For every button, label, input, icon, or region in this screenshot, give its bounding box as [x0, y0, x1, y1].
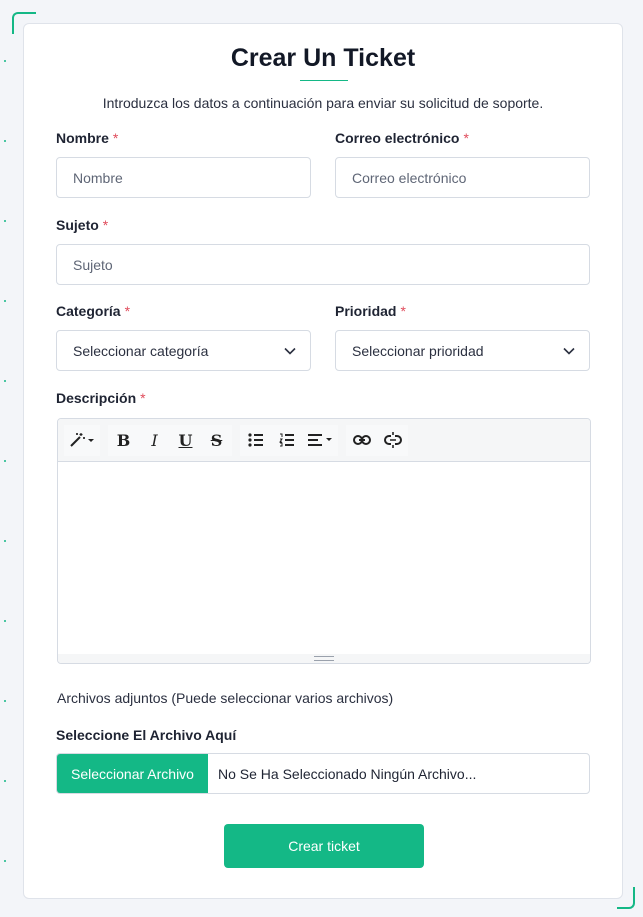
required-marker: *: [140, 390, 146, 406]
strikethrough-icon[interactable]: S: [201, 425, 232, 456]
bold-icon[interactable]: B: [108, 425, 139, 456]
subject-label: Sujeto *: [56, 217, 109, 233]
editor-resize-handle[interactable]: [58, 654, 590, 663]
required-marker: *: [112, 130, 119, 146]
underline-icon[interactable]: U: [170, 425, 201, 456]
ticket-form-card: Crear Un Ticket Introduzca los datos a c…: [23, 23, 623, 899]
editor-toolbar: B I U S: [58, 419, 590, 462]
link-icon[interactable]: [346, 425, 377, 456]
numbered-list-icon[interactable]: [271, 425, 302, 456]
page-title: Crear Un Ticket: [230, 44, 416, 72]
priority-label: Prioridad *: [335, 303, 406, 319]
align-icon[interactable]: [302, 425, 338, 456]
required-marker: *: [102, 217, 109, 233]
title-underline: [300, 80, 348, 81]
email-label: Correo electrónico *: [335, 130, 469, 146]
description-label: Descripción *: [56, 390, 146, 406]
email-input[interactable]: [335, 157, 590, 198]
italic-icon[interactable]: I: [139, 425, 170, 456]
category-label: Categoría *: [56, 303, 131, 319]
chevron-down-icon: [563, 347, 575, 355]
name-input[interactable]: [56, 157, 311, 198]
file-status-text: No Se Ha Seleccionado Ningún Archivo...: [218, 765, 477, 782]
name-label: Nombre *: [56, 130, 119, 146]
select-file-button[interactable]: Seleccionar Archivo: [57, 754, 208, 793]
subject-input[interactable]: [56, 244, 590, 285]
magic-wand-icon[interactable]: [64, 425, 100, 456]
file-select-label: Seleccione El Archivo Aquí: [56, 727, 237, 743]
required-marker: *: [124, 303, 131, 319]
bullet-list-icon[interactable]: [240, 425, 271, 456]
required-marker: *: [463, 130, 469, 146]
category-select-value: Seleccionar categoría: [73, 342, 209, 359]
attachments-note: Archivos adjuntos (Puede seleccionar var…: [57, 690, 394, 706]
unlink-icon[interactable]: [377, 425, 408, 456]
description-textarea[interactable]: [58, 462, 590, 655]
priority-select[interactable]: Seleccionar prioridad: [335, 330, 590, 371]
required-marker: *: [400, 303, 406, 319]
create-ticket-button[interactable]: Crear ticket: [224, 824, 424, 868]
category-select[interactable]: Seleccionar categoría: [56, 330, 311, 371]
page-subtitle: Introduzca los datos a continuación para…: [102, 95, 544, 111]
chevron-down-icon: [284, 347, 296, 355]
file-input[interactable]: Seleccionar Archivo No Se Ha Seleccionad…: [56, 753, 590, 794]
description-editor: B I U S: [57, 418, 591, 664]
priority-select-value: Seleccionar prioridad: [352, 342, 484, 359]
